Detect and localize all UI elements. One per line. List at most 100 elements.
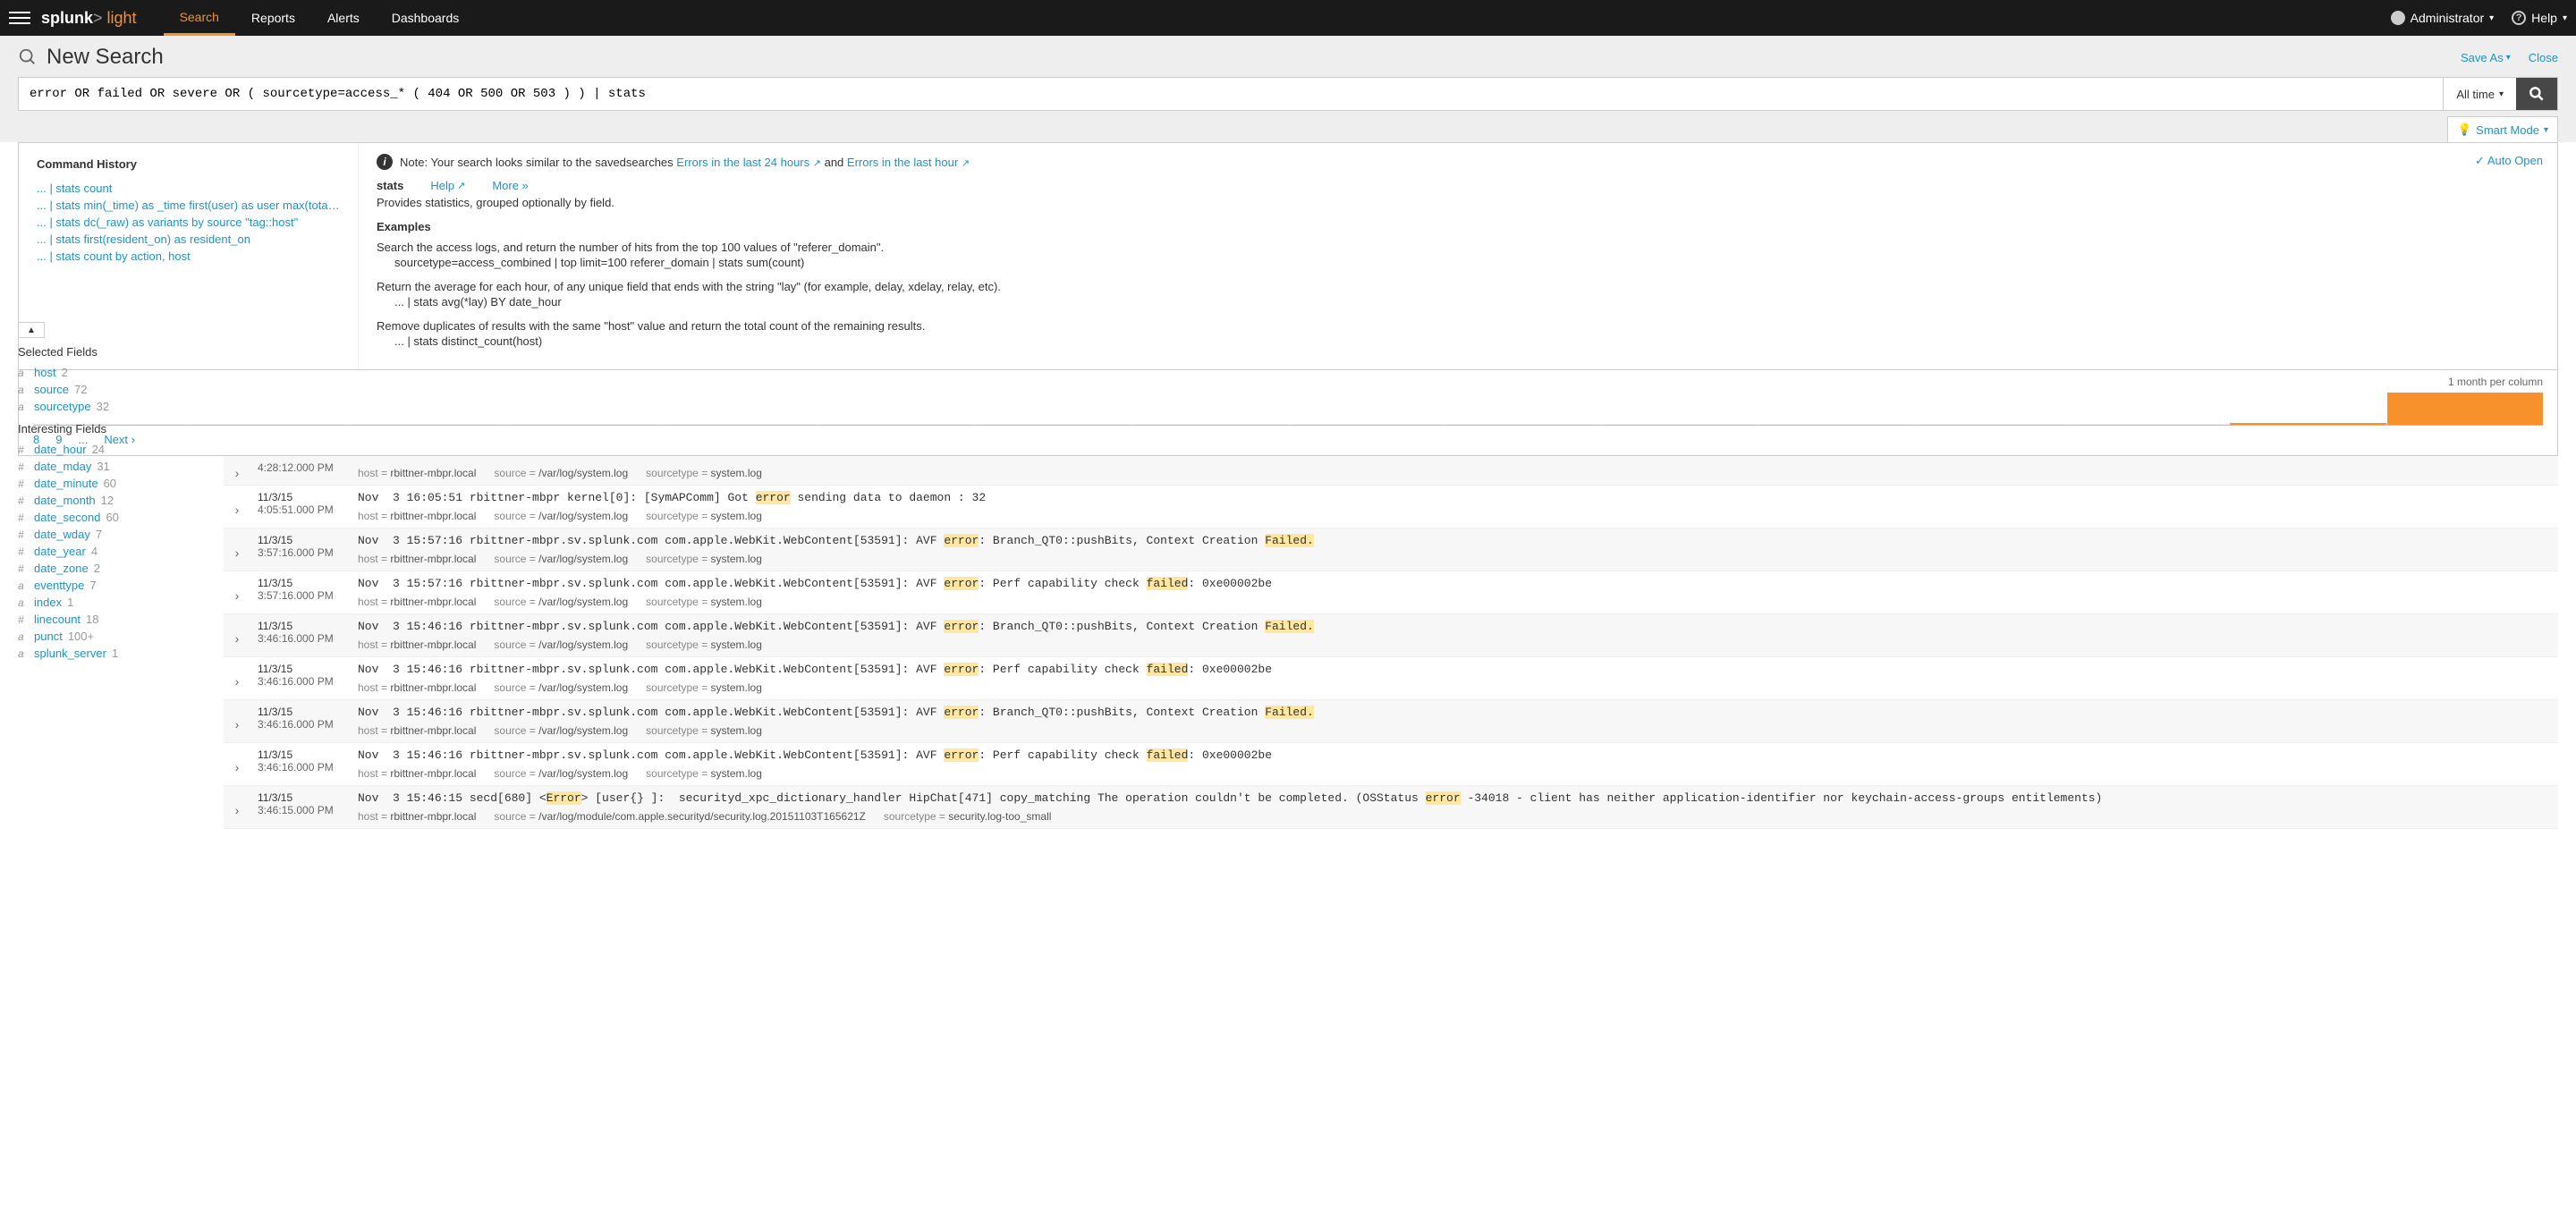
nav-search[interactable]: Search xyxy=(164,0,235,36)
expand-event-icon[interactable]: › xyxy=(235,803,240,817)
hint-link-2[interactable]: Errors in the last hour ↗ xyxy=(847,156,970,169)
timeline-bar[interactable] xyxy=(1131,424,1287,425)
field-item[interactable]: #date_year4 xyxy=(18,543,206,560)
timeline-bar[interactable] xyxy=(661,424,817,425)
field-item[interactable]: asourcetype32 xyxy=(18,398,206,415)
field-item[interactable]: asplunk_server1 xyxy=(18,645,206,662)
expand-event-icon[interactable]: › xyxy=(235,631,240,646)
command-more-link[interactable]: More » xyxy=(492,179,528,192)
field-item[interactable]: #date_month12 xyxy=(18,492,206,509)
nav-alerts[interactable]: Alerts xyxy=(311,0,376,36)
event-timestamp: 11/3/153:46:16.000 PM xyxy=(250,743,349,785)
timeline-bar[interactable] xyxy=(2073,424,2229,425)
event-source[interactable]: source = /var/log/system.log xyxy=(494,596,628,608)
smart-mode-button[interactable]: 💡 Smart Mode ▾ xyxy=(2447,116,2558,143)
expand-event-icon[interactable]: › xyxy=(235,760,240,774)
timeline-bar[interactable] xyxy=(818,424,973,425)
save-as-button[interactable]: Save As ▾ xyxy=(2461,51,2511,64)
history-item[interactable]: ... | stats min(_time) as _time first(us… xyxy=(37,197,340,214)
field-item[interactable]: #date_mday31 xyxy=(18,458,206,475)
event-source[interactable]: source = /var/log/system.log xyxy=(494,553,628,565)
command-example: Remove duplicates of results with the sa… xyxy=(377,319,2539,348)
timeline-bar[interactable] xyxy=(975,424,1131,425)
event-sourcetype[interactable]: sourcetype = system.log xyxy=(646,510,762,522)
nav-reports[interactable]: Reports xyxy=(235,0,311,36)
event-sourcetype[interactable]: sourcetype = system.log xyxy=(646,767,762,780)
timeline-bar[interactable] xyxy=(1759,424,1915,425)
field-item[interactable]: ahost2 xyxy=(18,364,206,381)
field-item[interactable]: aeventtype7 xyxy=(18,577,206,594)
event-row: › 11/3/153:46:16.000 PM Nov 3 15:46:16 r… xyxy=(224,743,2558,786)
event-source[interactable]: source = /var/log/system.log xyxy=(494,724,628,737)
event-host[interactable]: host = rbittner-mbpr.local xyxy=(358,638,476,651)
field-item[interactable]: #date_hour24 xyxy=(18,441,206,458)
info-icon: i xyxy=(377,154,393,170)
event-sourcetype[interactable]: sourcetype = system.log xyxy=(646,553,762,565)
event-source[interactable]: source = /var/log/system.log xyxy=(494,510,628,522)
time-range-picker[interactable]: All time▾ xyxy=(2443,78,2516,110)
timeline-bar[interactable] xyxy=(1289,424,1445,425)
event-host[interactable]: host = rbittner-mbpr.local xyxy=(358,467,476,479)
expand-event-icon[interactable]: › xyxy=(235,503,240,517)
timeline-bar[interactable] xyxy=(2387,393,2543,425)
event-source[interactable]: source = /var/log/system.log xyxy=(494,767,628,780)
event-sourcetype[interactable]: sourcetype = system.log xyxy=(646,724,762,737)
event-sourcetype[interactable]: sourcetype = security.log-too_small xyxy=(884,810,1052,823)
field-item[interactable]: #date_minute60 xyxy=(18,475,206,492)
history-item[interactable]: ... | stats count xyxy=(37,180,340,197)
hint-link-1[interactable]: Errors in the last 24 hours ↗ xyxy=(676,156,821,169)
event-sourcetype[interactable]: sourcetype = system.log xyxy=(646,681,762,694)
close-button[interactable]: Close xyxy=(2529,51,2558,64)
field-item[interactable]: #linecount18 xyxy=(18,611,206,628)
event-source[interactable]: source = /var/log/system.log xyxy=(494,467,628,479)
nav-dashboards[interactable]: Dashboards xyxy=(376,0,476,36)
expand-event-icon[interactable]: › xyxy=(235,674,240,689)
search-input[interactable] xyxy=(19,78,2443,110)
timeline-bar[interactable] xyxy=(504,424,659,425)
collapse-fields-button[interactable]: ▲ xyxy=(18,322,45,338)
event-host[interactable]: host = rbittner-mbpr.local xyxy=(358,553,476,565)
timeline-bar[interactable] xyxy=(2230,423,2385,425)
event-source[interactable]: source = /var/log/module/com.apple.secur… xyxy=(494,810,865,823)
event-host[interactable]: host = rbittner-mbpr.local xyxy=(358,596,476,608)
event-host[interactable]: host = rbittner-mbpr.local xyxy=(358,724,476,737)
field-item[interactable]: #date_wday7 xyxy=(18,526,206,543)
history-item[interactable]: ... | stats dc(_raw) as variants by sour… xyxy=(37,214,340,231)
search-button[interactable] xyxy=(2516,78,2557,110)
expand-event-icon[interactable]: › xyxy=(235,588,240,603)
event-sourcetype[interactable]: sourcetype = system.log xyxy=(646,638,762,651)
event-host[interactable]: host = rbittner-mbpr.local xyxy=(358,767,476,780)
event-host[interactable]: host = rbittner-mbpr.local xyxy=(358,681,476,694)
field-item[interactable]: #date_second60 xyxy=(18,509,206,526)
event-timestamp: 11/3/153:46:16.000 PM xyxy=(250,614,349,656)
event-sourcetype[interactable]: sourcetype = system.log xyxy=(646,467,762,479)
history-item[interactable]: ... | stats count by action, host xyxy=(37,248,340,265)
timeline-bar[interactable] xyxy=(190,424,345,425)
field-item[interactable]: asource72 xyxy=(18,381,206,398)
auto-open-toggle[interactable]: ✓ Auto Open xyxy=(2475,154,2543,168)
command-help-link[interactable]: Help ↗ xyxy=(430,179,465,192)
timeline-bar[interactable] xyxy=(1445,424,1601,425)
expand-event-icon[interactable]: › xyxy=(235,717,240,731)
event-source[interactable]: source = /var/log/system.log xyxy=(494,681,628,694)
app-menu-icon[interactable] xyxy=(9,7,30,29)
event-host[interactable]: host = rbittner-mbpr.local xyxy=(358,510,476,522)
event-source[interactable]: source = /var/log/system.log xyxy=(494,638,628,651)
chevron-down-icon: ▾ xyxy=(2563,13,2567,23)
expand-event-icon[interactable]: › xyxy=(235,466,240,480)
field-item[interactable]: aindex1 xyxy=(18,594,206,611)
help-menu[interactable]: ? Help ▾ xyxy=(2512,11,2567,25)
field-type-icon: # xyxy=(18,512,29,524)
timeline-bar[interactable] xyxy=(1602,424,1758,425)
event-host[interactable]: host = rbittner-mbpr.local xyxy=(358,810,476,823)
field-item[interactable]: #date_zone2 xyxy=(18,560,206,577)
history-item[interactable]: ... | stats first(resident_on) as reside… xyxy=(37,231,340,248)
timeline-bar[interactable] xyxy=(347,424,503,425)
user-menu[interactable]: Administrator ▾ xyxy=(2391,11,2495,25)
expand-event-icon[interactable]: › xyxy=(235,545,240,560)
event-sourcetype[interactable]: sourcetype = system.log xyxy=(646,596,762,608)
timeline-bar[interactable] xyxy=(1916,424,2072,425)
timeline-chart[interactable] xyxy=(33,393,2543,426)
top-nav: splunk> light Search Reports Alerts Dash… xyxy=(0,0,2576,36)
field-item[interactable]: apunct100+ xyxy=(18,628,206,645)
